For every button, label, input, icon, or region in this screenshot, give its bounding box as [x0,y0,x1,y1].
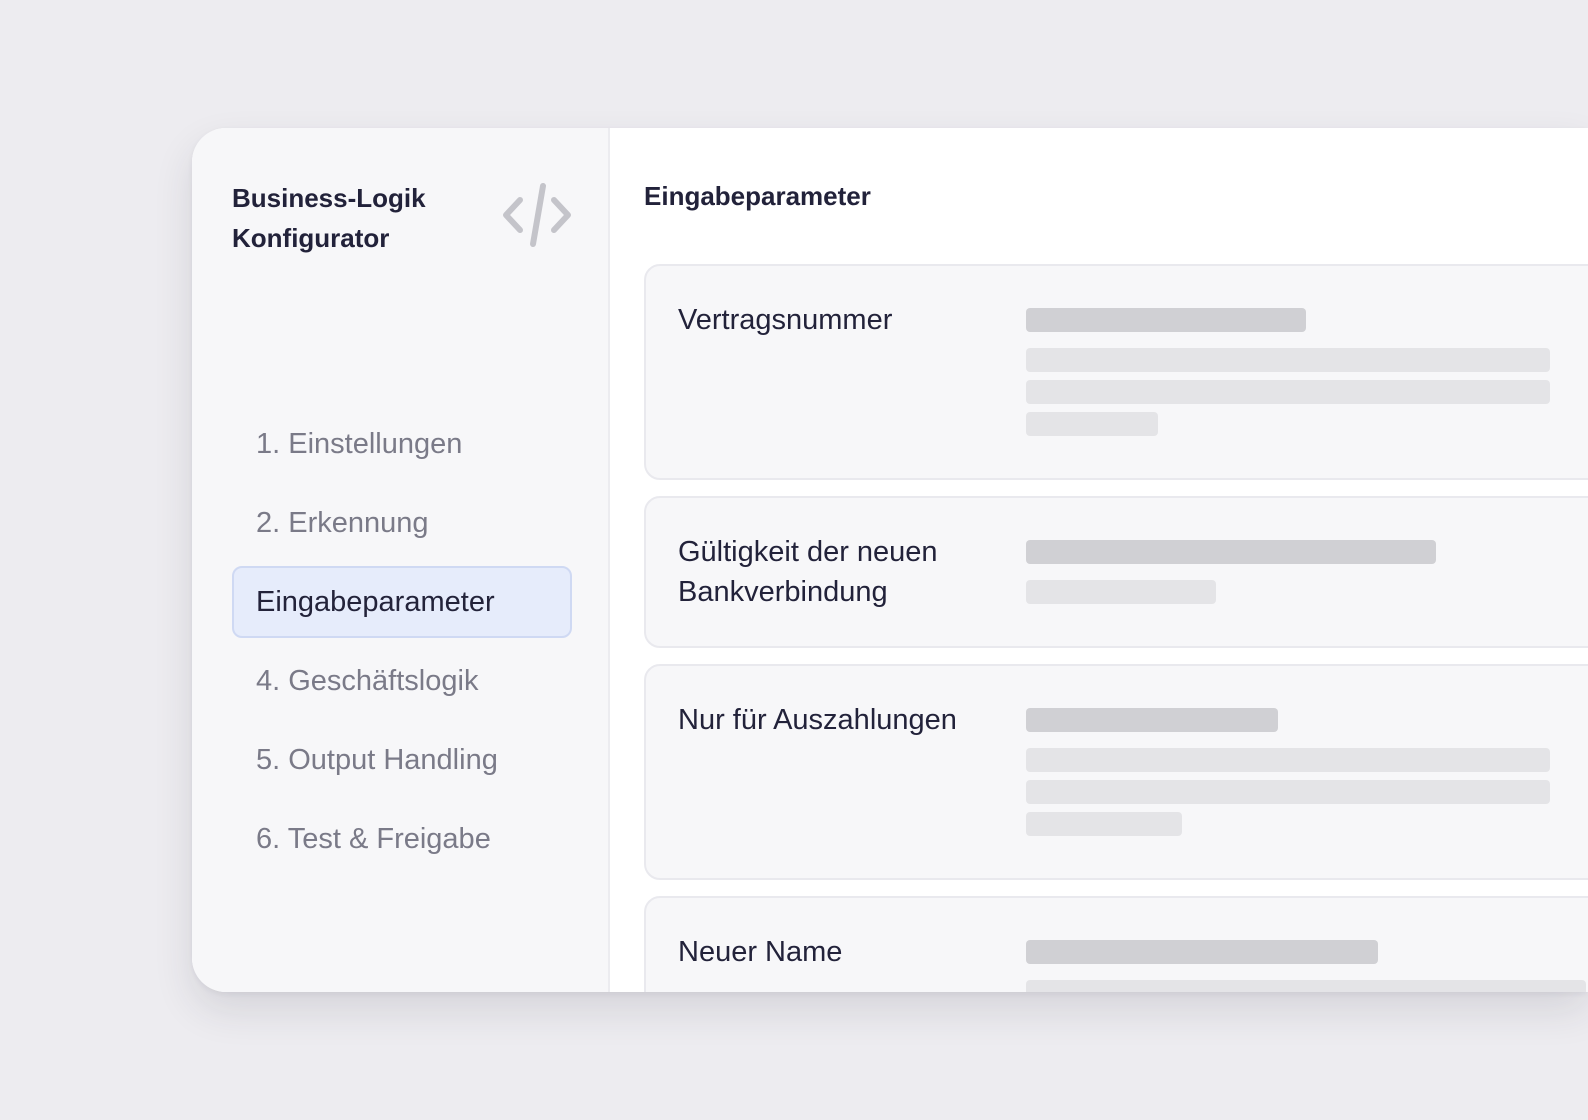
parameter-label: Gültigkeit der neuen Bankverbindung [678,532,998,612]
skeleton-bar [1026,780,1550,804]
parameter-label: Neuer Name [678,932,998,972]
parameter-label-line-2: Bankverbindung [678,576,888,608]
app-title: Business-Logik Konfigurator [232,178,492,258]
main-panel: Eingabeparameter Vertragsnummer Gültigke… [610,128,1588,992]
parameter-label-line-1: Nur für Auszahlungen [678,704,957,736]
nav-item-label: 6. Test & Freigabe [256,823,491,855]
app-title-line-1: Business-Logik [232,183,426,213]
skeleton-bar [1026,580,1216,604]
parameter-card-neuer-name[interactable]: Neuer Name [644,896,1588,992]
nav-item-test-freigabe[interactable]: 6. Test & Freigabe [232,803,572,875]
parameter-card-vertragsnummer[interactable]: Vertragsnummer [644,264,1588,480]
skeleton-bar [1026,540,1436,564]
parameter-label: Vertragsnummer [678,300,998,340]
app-window: Business-Logik Konfigurator 1. Einstellu… [192,128,1588,992]
skeleton-bar [1026,412,1158,436]
sidebar: Business-Logik Konfigurator 1. Einstellu… [192,128,610,992]
skeleton-bar [1026,308,1306,332]
nav-item-geschaeftslogik[interactable]: 4. Geschäftslogik [232,645,572,717]
nav-item-label: Eingabeparameter [256,586,495,618]
nav-item-label: 2. Erkennung [256,507,429,539]
nav-item-label: 5. Output Handling [256,744,498,776]
skeleton-bar [1026,348,1550,372]
skeleton-bar [1026,380,1550,404]
app-title-line-2: Konfigurator [232,223,390,253]
nav-item-erkennung[interactable]: 2. Erkennung [232,487,572,559]
parameter-label-line-1: Neuer Name [678,936,843,968]
skeleton-bar [1026,708,1278,732]
skeleton-bar [1026,812,1182,836]
skeleton-bar [1026,748,1550,772]
parameter-label-line-1: Gültigkeit der neuen [678,536,938,568]
nav-item-einstellungen[interactable]: 1. Einstellungen [232,408,572,480]
parameter-label: Nur für Auszahlungen [678,700,998,740]
parameter-label-line-1: Vertragsnummer [678,304,893,336]
nav-item-output-handling[interactable]: 5. Output Handling [232,724,572,796]
skeleton-bar [1026,980,1586,992]
nav-item-label: 1. Einstellungen [256,428,463,460]
skeleton-bar [1026,940,1378,964]
parameter-card-nur-fuer-auszahlungen[interactable]: Nur für Auszahlungen [644,664,1588,880]
page-title: Eingabeparameter [644,181,871,211]
nav-item-label: 4. Geschäftslogik [256,665,479,697]
parameter-card-gueltigkeit[interactable]: Gültigkeit der neuen Bankverbindung [644,496,1588,648]
nav-item-eingabeparameter[interactable]: Eingabeparameter [232,566,572,638]
code-icon [503,183,571,247]
